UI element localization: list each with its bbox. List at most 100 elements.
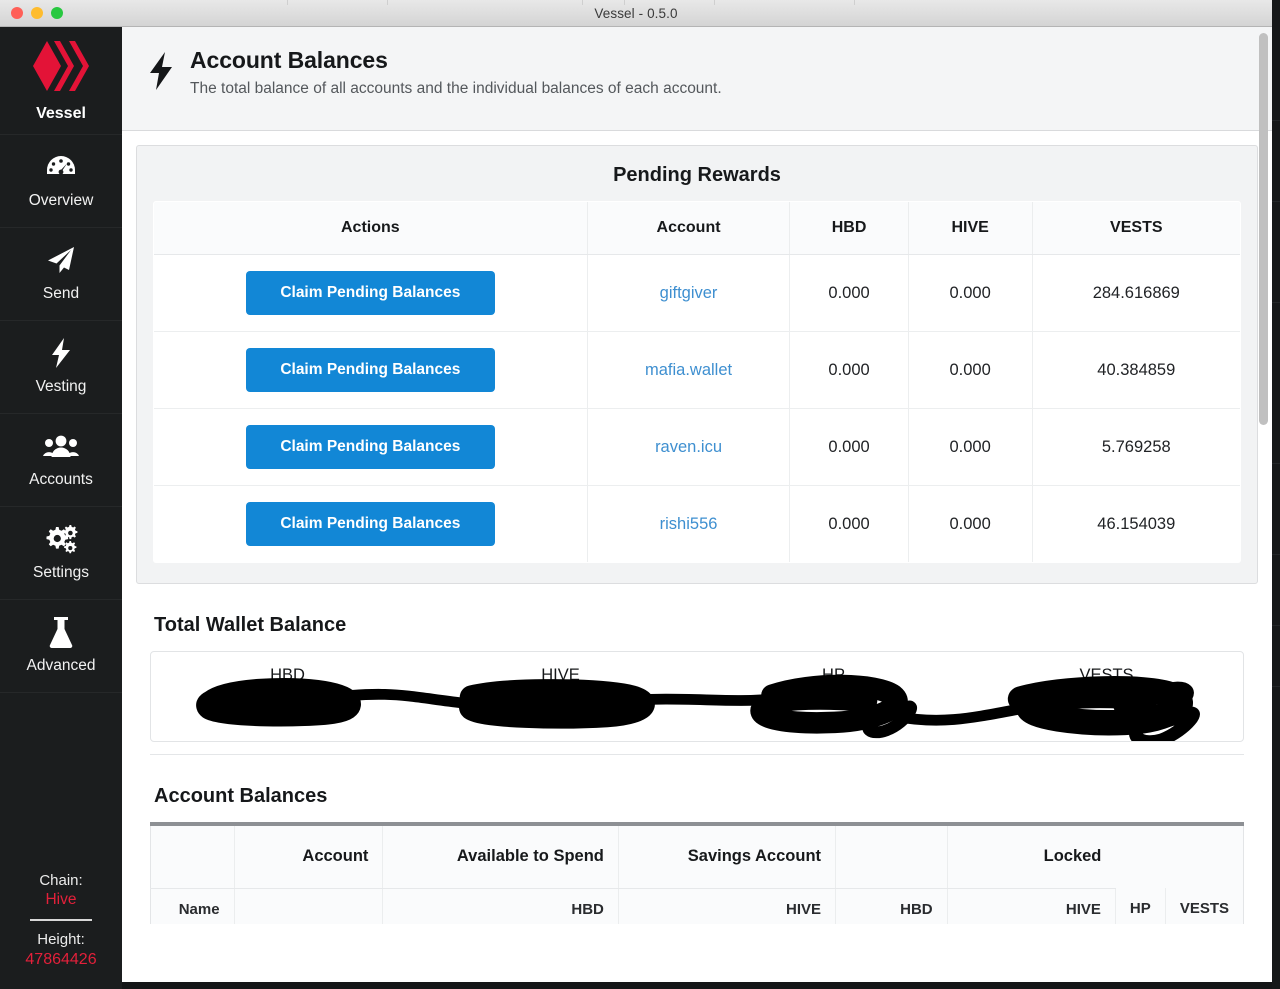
account-link[interactable]: rishi556 — [660, 515, 718, 533]
column-header-savings-account: Savings Account — [618, 826, 837, 889]
cell-account: giftgiver — [587, 254, 791, 332]
cell-actions: Claim Pending Balances — [154, 408, 588, 486]
cell-account: raven.icu — [587, 408, 791, 486]
vertical-scrollbar-track[interactable] — [1258, 33, 1269, 983]
cell-account: mafia.wallet — [587, 331, 791, 409]
table-row: Claim Pending Balances giftgiver 0.000 0… — [154, 254, 1240, 332]
sub-header-vests: VESTS — [1165, 888, 1244, 924]
window-title: Vessel - 0.5.0 — [594, 5, 678, 21]
table-group-header-row: Account Available to Spend Savings Accou… — [150, 826, 1244, 889]
pending-rewards-card: Pending Rewards Actions Account HBD HIVE… — [136, 145, 1258, 584]
cell-vests: 46.154039 — [1097, 514, 1176, 533]
sidebar-item-accounts[interactable]: Accounts — [0, 414, 122, 507]
main-content: Account Balances The total balance of al… — [122, 27, 1272, 989]
title-bar: Vessel - 0.5.0 — [0, 0, 1272, 27]
cell-vests: 40.384859 — [1032, 331, 1240, 409]
close-button[interactable] — [11, 7, 23, 19]
minimize-button[interactable] — [31, 7, 43, 19]
chain-label: Chain: — [39, 871, 83, 889]
wallet-column-hive: HIVE — [424, 652, 697, 741]
page-title: Account Balances — [190, 47, 388, 73]
wallet-label: HIVE — [541, 666, 580, 684]
application-window: Vessel - 0.5.0 Vessel Overview Send Vest… — [0, 0, 1272, 989]
column-header-account: Account — [234, 826, 384, 889]
sub-header-hbd-savings: HBD — [835, 888, 948, 924]
sub-header-hive-savings: HIVE — [947, 888, 1116, 924]
account-balances-table: Account Available to Spend Savings Accou… — [150, 826, 1244, 924]
claim-pending-balances-button[interactable]: Claim Pending Balances — [245, 271, 495, 315]
cell-vests: 284.616869 — [1032, 254, 1240, 332]
cell-hbd: 0.000 — [789, 331, 909, 409]
cell-hbd: 0.000 — [789, 408, 909, 486]
section-divider — [150, 754, 1244, 755]
desktop-background — [1272, 0, 1280, 989]
wallet-column-vests: VESTS — [970, 652, 1243, 741]
claim-pending-balances-button[interactable]: Claim Pending Balances — [245, 502, 495, 546]
total-wallet-balance-panel: HBD HIVE HP VESTS — [150, 651, 1244, 742]
sidebar-item-advanced[interactable]: Advanced — [0, 600, 122, 693]
height-value: 47864426 — [25, 951, 97, 968]
cell-actions: Claim Pending Balances — [154, 485, 588, 562]
wallet-label: VESTS — [1079, 666, 1134, 684]
column-header-blank-mid — [835, 826, 948, 889]
pending-rewards-table: Actions Account HBD HIVE VESTS Claim Pen… — [153, 201, 1241, 563]
vertical-scrollbar-thumb[interactable] — [1259, 33, 1268, 425]
total-wallet-balance-title: Total Wallet Balance — [154, 614, 347, 636]
sidebar-item-label: Overview — [28, 192, 94, 209]
cell-hive: 0.000 — [908, 408, 1033, 486]
wallet-label: HP — [822, 666, 845, 684]
sidebar-item-label: Settings — [32, 564, 89, 581]
cell-hive: 0.000 — [908, 254, 1033, 332]
claim-pending-balances-button[interactable]: Claim Pending Balances — [245, 348, 495, 392]
content-bottom-cutoff — [122, 982, 1272, 989]
column-header-hive: HIVE — [908, 202, 1033, 255]
gears-icon — [44, 524, 78, 554]
table-sub-header-row: Name HBD HIVE HBD HIVE HP VESTS — [150, 888, 1244, 924]
pending-rewards-title: Pending Rewards — [613, 164, 781, 186]
sidebar-item-vesting[interactable]: Vesting — [0, 321, 122, 414]
sidebar-brand[interactable]: Vessel — [0, 27, 122, 135]
column-header-vests: VESTS — [1032, 202, 1240, 255]
account-link[interactable]: raven.icu — [655, 438, 722, 456]
sidebar-item-label: Vesting — [35, 378, 87, 395]
sidebar: Vessel Overview Send Vesting Accounts Se… — [0, 27, 122, 989]
chain-value: Hive — [45, 891, 77, 909]
flask-icon — [48, 617, 74, 648]
lightning-bolt-icon — [148, 51, 174, 96]
sidebar-item-overview[interactable]: Overview — [0, 135, 122, 228]
sidebar-brand-label: Vessel — [36, 104, 86, 122]
wallet-column-hbd: HBD — [151, 652, 424, 741]
scrollable-content: Pending Rewards Actions Account HBD HIVE… — [122, 131, 1272, 989]
paper-plane-icon — [45, 245, 77, 275]
cell-hive: 0.000 — [908, 485, 1033, 562]
status-divider — [30, 919, 92, 922]
cell-actions: Claim Pending Balances — [154, 254, 588, 332]
sidebar-item-label: Send — [42, 285, 80, 302]
table-header-row: Actions Account HBD HIVE VESTS — [154, 202, 1240, 255]
cell-hive: 0.000 — [908, 331, 1033, 409]
sidebar-item-label: Advanced — [26, 657, 96, 674]
account-link[interactable]: mafia.wallet — [645, 361, 732, 379]
sidebar-item-send[interactable]: Send — [0, 228, 122, 321]
sidebar-item-settings[interactable]: Settings — [0, 507, 122, 600]
claim-pending-balances-button[interactable]: Claim Pending Balances — [245, 425, 495, 469]
column-header-hbd: HBD — [789, 202, 909, 255]
zoom-button[interactable] — [51, 7, 63, 19]
column-header-actions: Actions — [154, 202, 588, 255]
sub-header-hive: HIVE — [618, 888, 837, 924]
sidebar-item-label: Accounts — [29, 471, 93, 488]
table-row: Claim Pending Balances rishi556 0.000 0.… — [154, 485, 1240, 562]
cell-actions: Claim Pending Balances — [154, 331, 588, 409]
page-subtitle: The total balance of all accounts and th… — [190, 80, 722, 97]
hive-logo-icon — [30, 39, 92, 98]
speedometer-icon — [45, 152, 77, 182]
column-header-available-to-spend: Available to Spend — [382, 826, 619, 889]
column-header-account: Account — [587, 202, 791, 255]
cell-hbd: 0.000 — [789, 254, 909, 332]
sub-header-hp: HP — [1115, 888, 1166, 924]
account-link[interactable]: giftgiver — [660, 284, 718, 302]
table-row: Claim Pending Balances raven.icu 0.000 0… — [154, 408, 1240, 486]
sub-header-blank — [234, 888, 384, 924]
column-header-blank-left — [150, 826, 235, 889]
window-controls[interactable] — [11, 7, 63, 19]
